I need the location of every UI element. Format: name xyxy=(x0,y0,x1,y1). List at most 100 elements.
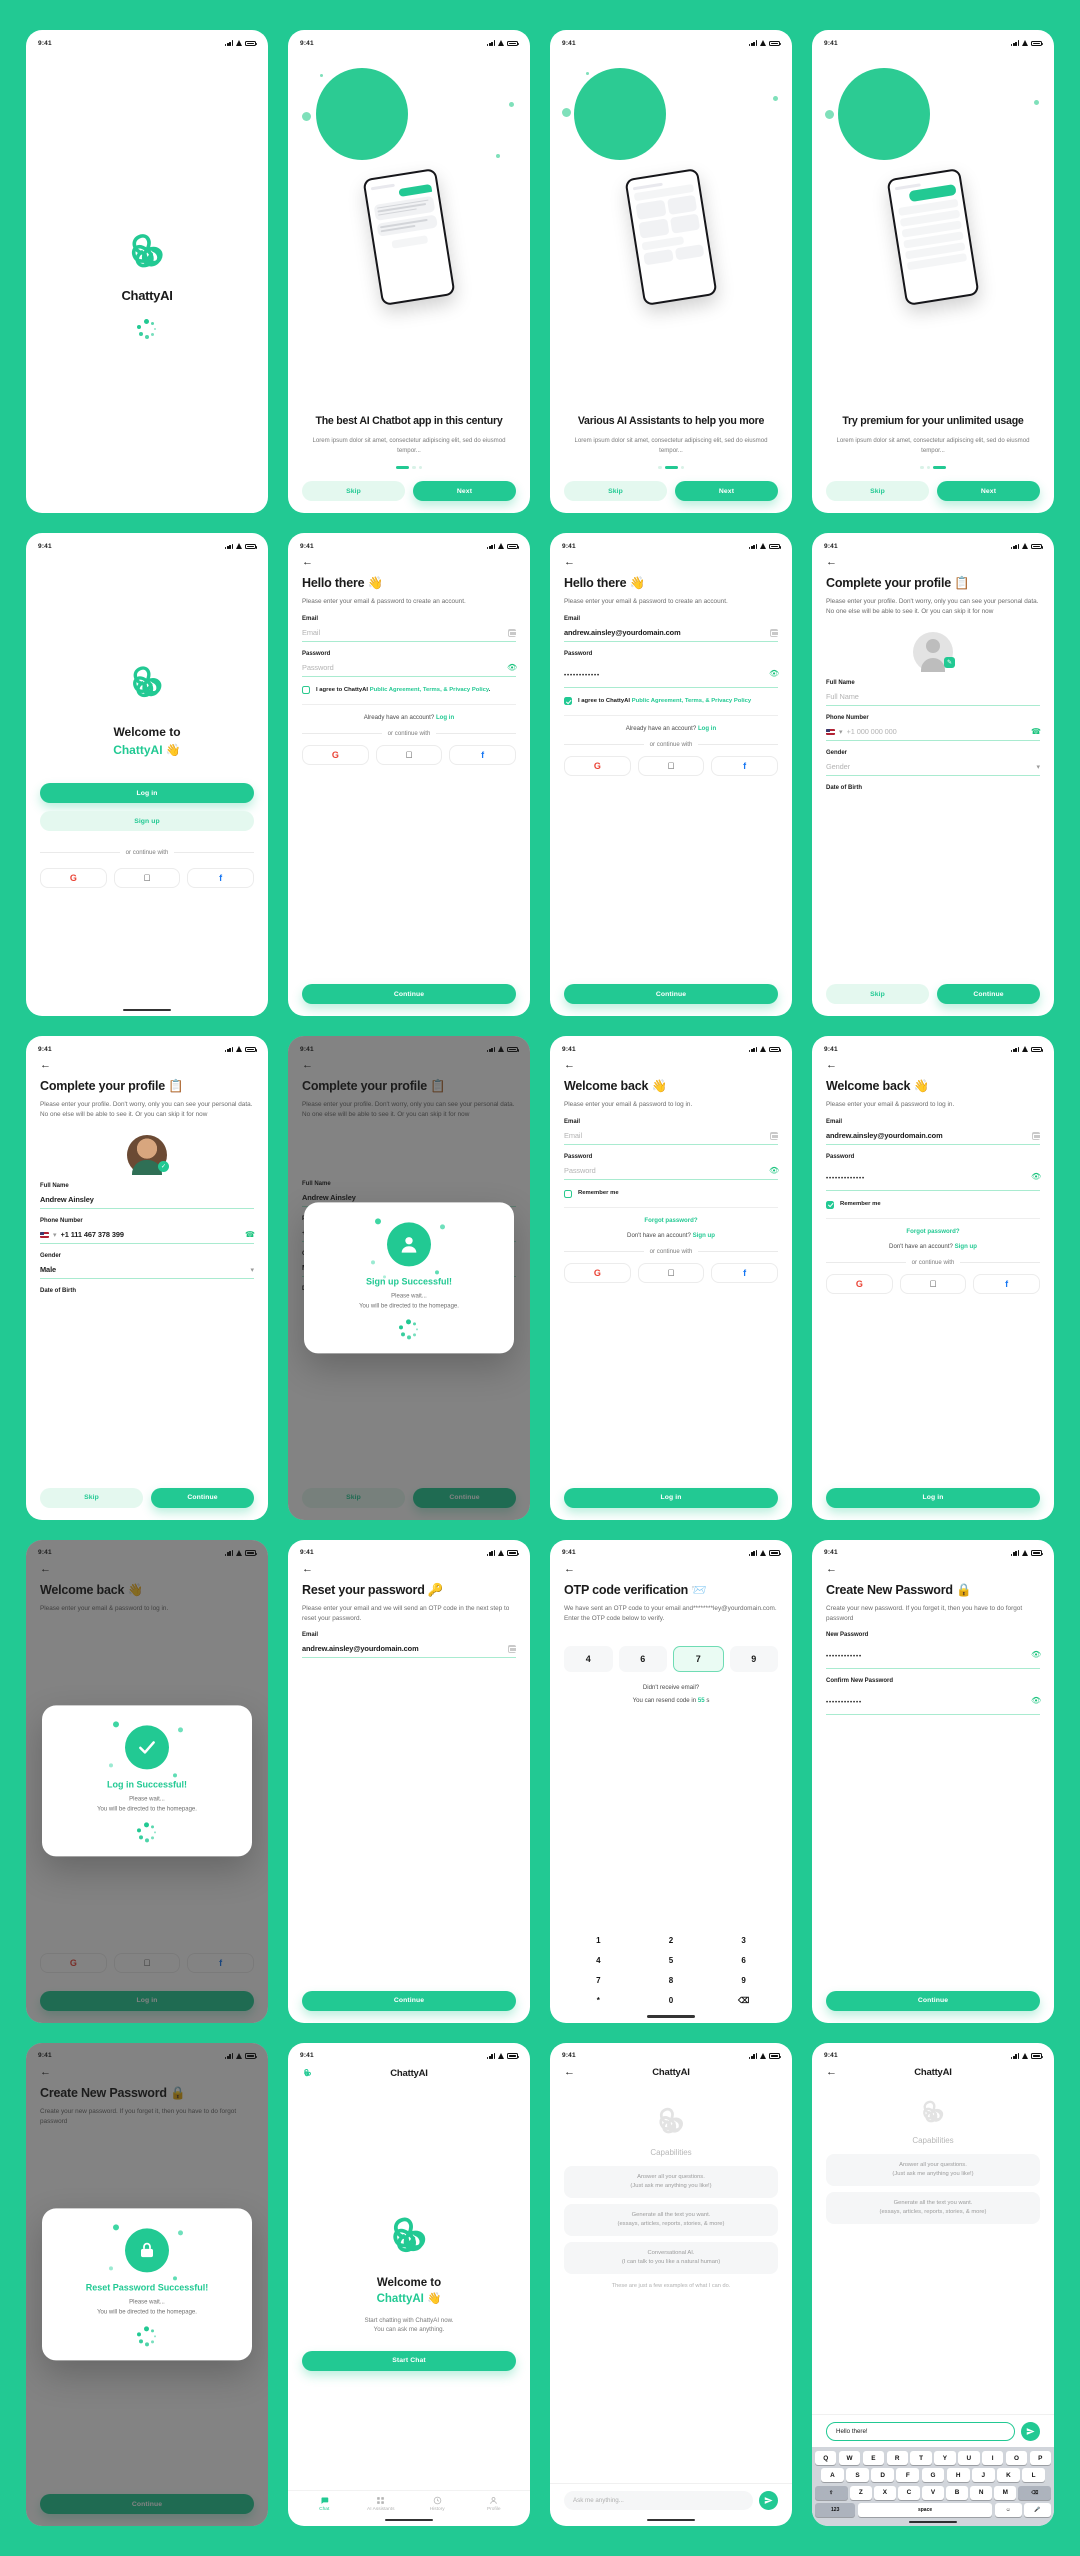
email-field[interactable]: andrew.ainsley@yourdomain.com xyxy=(564,625,779,643)
emoji-icon[interactable]: ☺ xyxy=(994,2503,1022,2518)
chat-input[interactable]: Hello there! xyxy=(826,2422,1015,2442)
key-2[interactable]: 2 xyxy=(637,1933,706,1948)
key-4[interactable]: 4 xyxy=(564,1953,633,1968)
key-p[interactable]: P xyxy=(1029,2451,1052,2466)
key-y[interactable]: Y xyxy=(934,2451,956,2466)
key-w[interactable]: W xyxy=(838,2451,861,2466)
tab-history[interactable]: History xyxy=(409,2496,466,2512)
key-8[interactable]: 8 xyxy=(637,1973,706,1988)
skip-button[interactable]: Skip xyxy=(826,481,929,502)
otp-digit-2[interactable]: 6 xyxy=(618,1646,667,1673)
edit-avatar-icon[interactable]: ✎ xyxy=(944,657,955,669)
shift-icon[interactable]: ⇧ xyxy=(815,2485,848,2500)
agree-links[interactable]: Public Agreement, Terms, & Privacy Polic… xyxy=(632,698,752,704)
key-u[interactable]: U xyxy=(958,2451,980,2466)
next-button[interactable]: Next xyxy=(413,481,516,502)
email-field[interactable]: andrew.ainsley@yourdomain.com xyxy=(302,1641,517,1659)
key-m[interactable]: M xyxy=(994,2485,1017,2500)
agree-links[interactable]: Public Agreement, Terms, & Privacy Polic… xyxy=(370,687,489,693)
email-field[interactable]: andrew.ainsley@yourdomain.com xyxy=(826,1128,1041,1146)
send-button[interactable] xyxy=(759,2490,778,2510)
key-v[interactable]: V xyxy=(922,2485,944,2500)
remember-row[interactable]: Remember me xyxy=(826,1200,1040,1209)
key-j[interactable]: J xyxy=(971,2468,995,2483)
space-key[interactable]: space xyxy=(857,2503,993,2518)
back-button[interactable]: ← xyxy=(564,1563,578,1575)
facebook-login-button[interactable]: f xyxy=(973,1273,1041,1294)
key-f[interactable]: F xyxy=(896,2468,920,2483)
fullname-field[interactable]: Andrew Ainsley xyxy=(40,1192,254,1210)
key-r[interactable]: R xyxy=(886,2451,908,2466)
gender-field[interactable]: Male ▾ xyxy=(40,1262,254,1280)
password-field[interactable]: ••••••••••••• 👁 xyxy=(826,1163,1041,1192)
tab-ai-assistants[interactable]: AI Assistants xyxy=(353,2496,410,2512)
agree-checkbox[interactable] xyxy=(564,697,572,706)
apple-login-button[interactable]:  xyxy=(113,868,181,889)
next-button[interactable]: Next xyxy=(675,481,778,502)
back-button[interactable]: ← xyxy=(40,1060,54,1071)
key-e[interactable]: E xyxy=(862,2451,885,2466)
key-a[interactable]: A xyxy=(821,2468,844,2483)
key-0[interactable]: 0 xyxy=(637,1993,706,2008)
mic-icon[interactable]: 🎤 xyxy=(1024,2503,1051,2518)
backspace-icon[interactable]: ⌫ xyxy=(709,1993,778,2008)
next-button[interactable]: Next xyxy=(937,481,1040,502)
agree-checkbox[interactable] xyxy=(302,686,310,695)
agreement-row[interactable]: I agree to ChattyAI Public Agreement, Te… xyxy=(302,686,516,695)
back-button[interactable]: ← xyxy=(826,1563,840,1575)
key-n[interactable]: N xyxy=(970,2485,992,2500)
login-button[interactable]: Log in xyxy=(40,1990,254,2011)
key-1[interactable]: 1 xyxy=(564,1933,633,1948)
phone-field[interactable]: ▾ +1 111 467 378 399 ☎ xyxy=(40,1227,255,1245)
otp-digit-4[interactable]: 9 xyxy=(729,1646,778,1673)
key-x[interactable]: X xyxy=(874,2485,896,2500)
eye-off-icon[interactable]: 👁 xyxy=(1031,1696,1041,1705)
new-password-field[interactable]: •••••••••••• 👁 xyxy=(826,1641,1041,1670)
continue-button[interactable]: Continue xyxy=(937,984,1040,1005)
tab-profile[interactable]: Profile xyxy=(466,2496,523,2512)
email-field[interactable]: Email xyxy=(564,1128,779,1146)
signup-link[interactable]: Sign up xyxy=(693,1232,715,1239)
key-h[interactable]: H xyxy=(946,2468,970,2483)
forgot-password-link[interactable]: Forgot password? xyxy=(906,1228,959,1235)
facebook-login-button[interactable]: f xyxy=(711,1262,779,1283)
start-chat-button[interactable]: Start Chat xyxy=(302,2350,516,2371)
chevron-down-icon[interactable]: ▾ xyxy=(53,1231,57,1239)
back-button[interactable]: ← xyxy=(302,1563,316,1575)
key-b[interactable]: B xyxy=(946,2485,968,2500)
facebook-login-button[interactable]: f xyxy=(187,868,255,889)
login-link[interactable]: Log in xyxy=(436,714,454,721)
continue-button[interactable]: Continue xyxy=(826,1990,1040,2011)
email-field[interactable]: Email xyxy=(302,625,517,643)
back-button[interactable]: ← xyxy=(40,2066,54,2078)
backspace-icon[interactable]: ⌫ xyxy=(1018,2485,1051,2500)
back-button[interactable]: ← xyxy=(826,1060,840,1071)
remember-checkbox[interactable] xyxy=(564,1189,572,1198)
google-login-button[interactable]: G xyxy=(40,868,107,889)
password-field[interactable]: Password 👁 xyxy=(302,660,517,678)
back-button[interactable]: ← xyxy=(564,2066,578,2078)
google-login-button[interactable]: G xyxy=(40,1952,107,1973)
key-s[interactable]: S xyxy=(846,2468,869,2483)
google-login-button[interactable]: G xyxy=(564,1262,631,1283)
continue-button[interactable]: Continue xyxy=(413,1487,516,1508)
google-login-button[interactable]: G xyxy=(564,755,631,776)
gender-field[interactable]: Gender ▾ xyxy=(826,759,1040,777)
login-button[interactable]: Log in xyxy=(826,1487,1040,1508)
key-c[interactable]: C xyxy=(898,2485,920,2500)
skip-button[interactable]: Skip xyxy=(564,481,667,502)
forgot-password-link[interactable]: Forgot password? xyxy=(644,1217,697,1224)
skip-button[interactable]: Skip xyxy=(826,984,929,1005)
back-button[interactable]: ← xyxy=(564,557,578,568)
confirm-password-field[interactable]: •••••••••••• 👁 xyxy=(826,1687,1041,1716)
key-k[interactable]: K xyxy=(997,2468,1020,2483)
continue-button[interactable]: Continue xyxy=(302,984,516,1005)
key-3[interactable]: 3 xyxy=(709,1933,778,1948)
fullname-field[interactable]: Full Name xyxy=(826,689,1040,707)
skip-button[interactable]: Skip xyxy=(40,1487,143,1508)
back-button[interactable]: ← xyxy=(826,2066,840,2078)
key-6[interactable]: 6 xyxy=(709,1953,778,1968)
key-g[interactable]: G xyxy=(921,2468,945,2483)
eye-off-icon[interactable]: 👁 xyxy=(1031,1650,1041,1659)
signup-button[interactable]: Sign up xyxy=(40,811,254,832)
